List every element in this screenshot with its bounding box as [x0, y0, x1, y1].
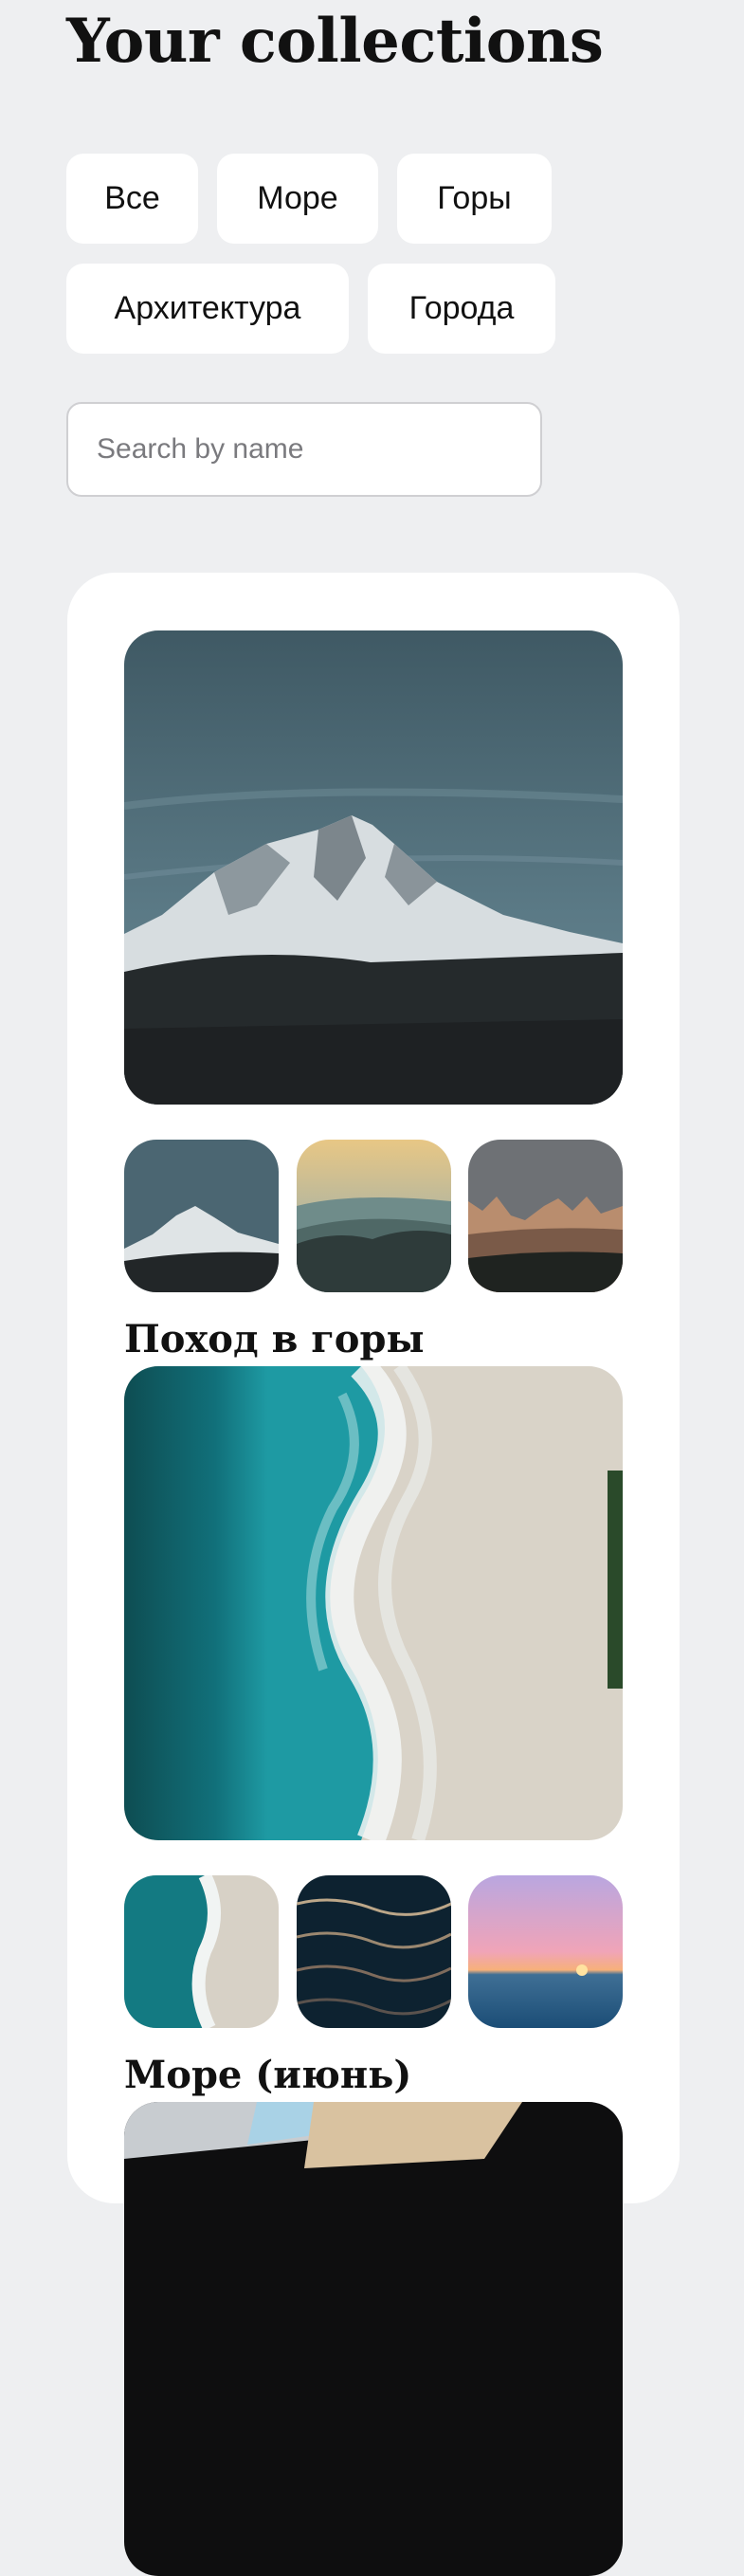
collection-main-image[interactable] [124, 2102, 623, 2576]
filter-chips: Все Море Горы Архитектура Города [66, 154, 559, 374]
collection-title[interactable]: Поход в горы [124, 1319, 623, 1361]
collection-thumb[interactable] [468, 1140, 623, 1292]
page-title: Your collections [66, 6, 604, 77]
filter-chip-architecture[interactable]: Архитектура [66, 264, 349, 354]
collection-card-sea[interactable]: Море (июнь) [124, 1366, 623, 2096]
search-input[interactable] [66, 402, 542, 497]
filter-chip-sea[interactable]: Море [217, 154, 378, 244]
filter-chip-cities[interactable]: Города [368, 264, 555, 354]
filter-chip-all[interactable]: Все [66, 154, 198, 244]
collection-thumb[interactable] [296, 1875, 451, 2028]
collection-thumb[interactable] [124, 1875, 279, 2028]
filter-chip-mountains[interactable]: Горы [397, 154, 552, 244]
collection-main-image[interactable] [124, 630, 623, 1105]
collection-main-image[interactable] [124, 1366, 623, 1840]
collection-thumb[interactable] [296, 1140, 451, 1292]
collection-card-mountains[interactable]: Поход в горы [124, 630, 623, 1361]
collection-thumb[interactable] [124, 1140, 279, 1292]
collections-panel: Поход в горы Море (июнь) [67, 573, 680, 2576]
collection-thumb[interactable] [468, 1875, 623, 2028]
collection-title[interactable]: Море (июнь) [124, 2055, 623, 2096]
collection-card-architecture[interactable] [124, 2102, 623, 2576]
